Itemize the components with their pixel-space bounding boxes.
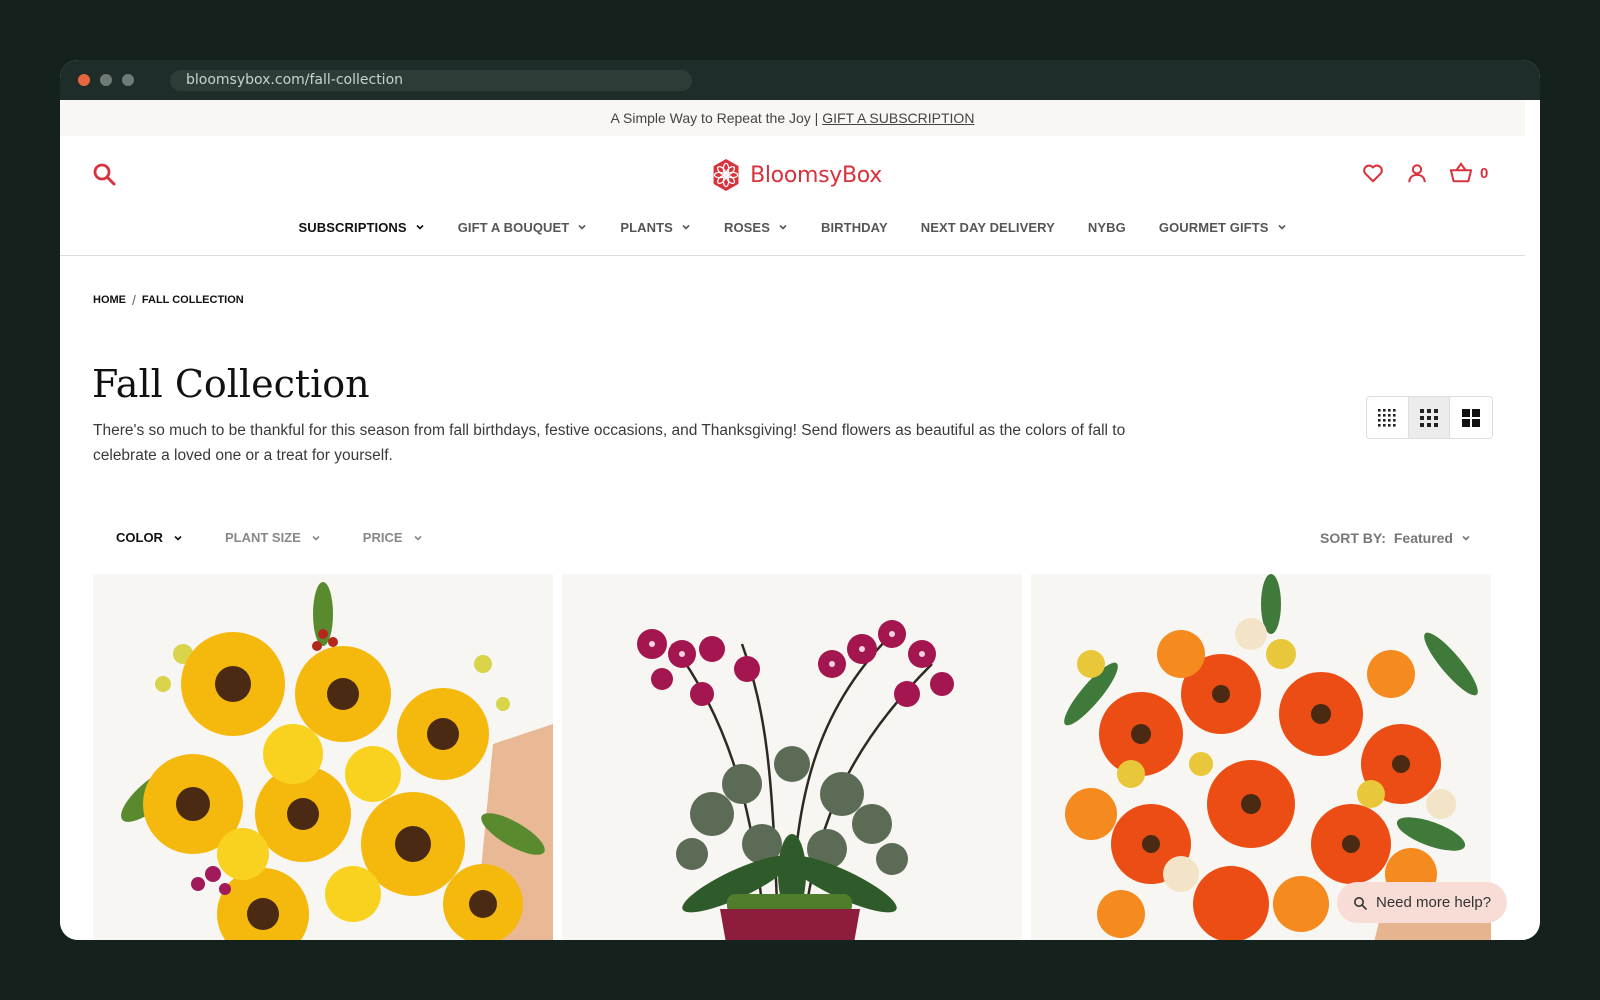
header-divider [60,255,1525,256]
main-navigation: SUBSCRIPTIONS GIFT A BOUQUET PLANTS ROSE… [60,212,1525,242]
search-button[interactable] [92,162,118,188]
nav-gourmet-gifts[interactable]: GOURMET GIFTS [1159,220,1287,235]
brand-logo[interactable]: BloomsyBox [710,154,882,196]
browser-window: bloomsybox.com/fall-collection A Simple … [60,60,1540,940]
flower-logo-icon [713,158,739,192]
close-window-button[interactable] [78,74,90,86]
filter-color[interactable]: COLOR [116,530,183,545]
nav-label: SUBSCRIPTIONS [298,219,407,235]
sort-label: SORT BY: [1320,530,1386,546]
heart-icon [1363,164,1383,183]
nav-subscriptions[interactable]: SUBSCRIPTIONS [298,220,424,235]
wishlist-button[interactable] [1360,160,1386,186]
sunflower-bouquet-image [93,574,553,940]
nav-label: GOURMET GIFTS [1158,219,1269,235]
chevron-down-icon [312,535,320,541]
filter-price[interactable]: PRICE [363,530,423,545]
nav-label: NYBG [1087,219,1126,235]
nav-plants[interactable]: PLANTS [620,220,691,235]
page-content: A Simple Way to Repeat the Joy | GIFT A … [60,100,1525,940]
gift-subscription-link[interactable]: GIFT A SUBSCRIPTION [822,110,974,126]
view-4-columns-button[interactable] [1367,397,1409,438]
grid-2-icon [1462,408,1481,427]
chevron-down-icon [779,224,787,230]
chevron-down-icon [578,224,586,230]
nav-label: GIFT A BOUQUET [457,219,570,235]
page-title: Fall Collection [92,362,370,406]
minimize-window-button[interactable] [100,74,112,86]
product-card[interactable] [562,574,1022,940]
product-card[interactable] [93,574,553,940]
promo-text: A Simple Way to Repeat the Joy | [610,110,819,126]
filter-label: COLOR [116,530,163,545]
search-icon [93,163,116,186]
chevron-down-icon [174,535,182,541]
filter-plant-size[interactable]: PLANT SIZE [225,530,321,545]
nav-next-day-delivery[interactable]: NEXT DAY DELIVERY [921,220,1055,235]
user-icon [1408,164,1426,183]
promo-banner: A Simple Way to Repeat the Joy | GIFT A … [60,100,1525,136]
chevron-down-icon [416,224,424,230]
nav-label: ROSES [723,219,770,235]
chat-search-icon [1354,896,1367,910]
filter-bar: COLOR PLANT SIZE PRICE [116,530,423,545]
view-3-columns-button[interactable] [1408,397,1451,438]
maximize-window-button[interactable] [122,74,134,86]
filter-label: PRICE [362,530,403,545]
cart-count-badge: 0 [1480,164,1489,182]
address-bar[interactable]: bloomsybox.com/fall-collection [170,70,692,91]
page-description: There's so much to be thankful for this … [93,422,1126,464]
chat-help-label: Need more help? [1376,894,1492,911]
chevron-down-icon [682,224,690,230]
breadcrumb-current: FALL COLLECTION [141,294,244,306]
sort-control[interactable]: SORT BY: Featured [1320,530,1471,546]
breadcrumb-separator: / [132,292,136,308]
header-actions: 0 [1360,158,1488,188]
filter-label: PLANT SIZE [224,530,301,545]
view-2-columns-button[interactable] [1450,397,1492,438]
account-button[interactable] [1404,160,1430,186]
nav-birthday[interactable]: BIRTHDAY [821,220,888,235]
nav-label: PLANTS [620,219,673,235]
basket-icon [1449,162,1473,183]
orchid-plant-image [562,574,1022,940]
chevron-down-icon [1277,224,1286,230]
product-grid [93,574,1491,940]
chevron-down-icon [413,535,422,541]
grid-4-icon [1378,408,1396,427]
nav-label: NEXT DAY DELIVERY [920,219,1055,235]
breadcrumb: HOME / FALL COLLECTION [93,292,244,308]
breadcrumb-home[interactable]: HOME [93,294,126,306]
nav-nybg[interactable]: NYBG [1088,220,1126,235]
chat-help-button[interactable]: Need more help? [1337,882,1507,923]
nav-label: BIRTHDAY [820,219,888,235]
nav-gift-a-bouquet[interactable]: GIFT A BOUQUET [458,220,588,235]
brand-name: BloomsyBox [750,162,882,188]
cart-button[interactable] [1448,160,1474,186]
browser-chrome: bloomsybox.com/fall-collection [60,60,1540,100]
grid-3-icon [1420,408,1438,427]
chevron-down-icon [1462,535,1470,541]
grid-view-toggle [1366,396,1493,439]
sort-value: Featured [1393,530,1453,546]
nav-roses[interactable]: ROSES [724,220,788,235]
